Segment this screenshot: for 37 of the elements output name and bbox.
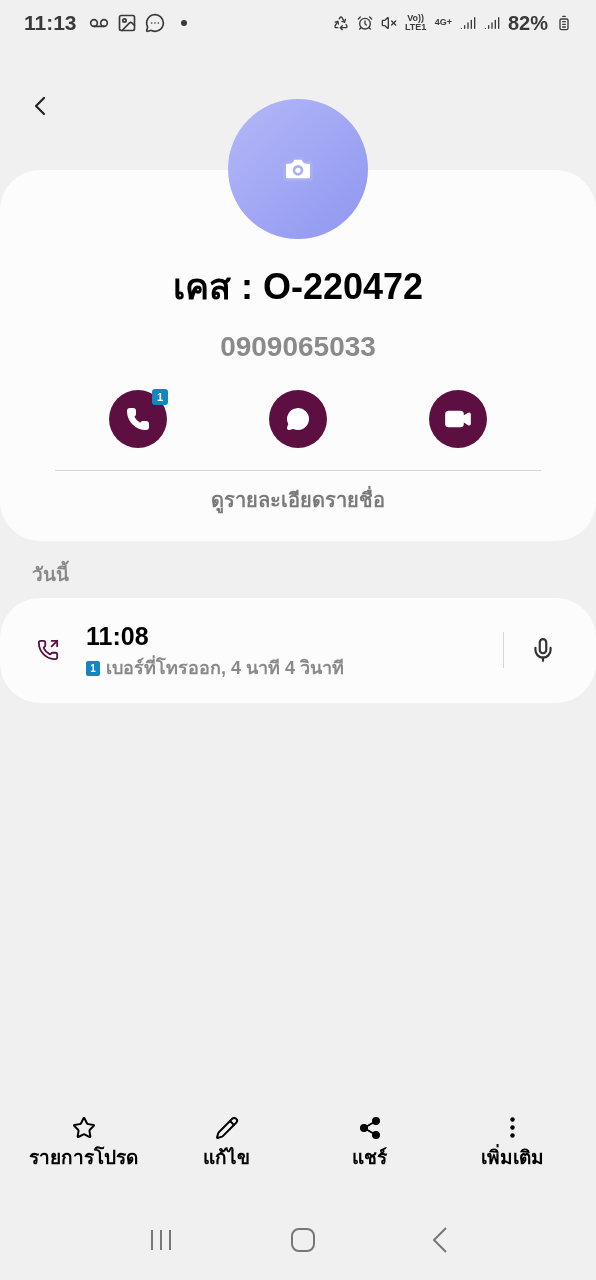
pencil-icon [214, 1115, 239, 1140]
gallery-icon [116, 12, 137, 33]
call-time: 11:08 [86, 620, 150, 652]
battery-icon [556, 14, 572, 31]
video-button[interactable] [429, 390, 487, 448]
back-nav-icon[interactable] [433, 1227, 447, 1253]
call-button[interactable]: 1 [109, 390, 167, 448]
section-header: วันนี้ [0, 561, 596, 590]
more-action[interactable]: เพิ่มเติม [441, 1115, 584, 1172]
phone-icon [126, 407, 150, 431]
alarm-icon [356, 14, 373, 31]
call-detail: เบอร์ที่โทรออก, 4 นาที 4 วินาที [106, 655, 345, 683]
call-log-item[interactable]: 11:08 1 เบอร์ที่โทรออก, 4 นาที 4 วินาที [0, 597, 596, 703]
edit-action[interactable]: แก้ไข [155, 1115, 298, 1172]
battery-percent: 82% [507, 10, 548, 36]
status-time: 11:13 [24, 9, 77, 36]
phone-number: 0909065033 [220, 330, 376, 364]
outgoing-call-icon [37, 639, 59, 661]
chat-bubble-icon [286, 407, 310, 431]
share-action[interactable]: แชร์ [298, 1115, 441, 1172]
mute-icon [380, 14, 397, 31]
sim-badge: 1 [86, 661, 100, 677]
volte-indicator: Vo)) LTE1 [404, 13, 427, 32]
message-button[interactable] [269, 390, 327, 448]
sim-badge: 1 [152, 389, 168, 405]
share-icon [357, 1115, 382, 1140]
network-indicator: 4G+ [434, 15, 452, 29]
home-icon[interactable] [291, 1228, 315, 1252]
more-icon [510, 1117, 515, 1138]
recent-apps-icon[interactable] [149, 1229, 173, 1251]
star-action[interactable]: รายการโปรด [12, 1115, 155, 1172]
star-icon [71, 1115, 96, 1140]
signal-icon [483, 14, 500, 31]
signal-icon [459, 14, 476, 31]
contact-name: เคส : O-220472 [172, 265, 424, 309]
messenger-icon [144, 12, 165, 33]
view-details-link[interactable]: ดูรายละเอียดรายชื่อ [211, 485, 385, 515]
